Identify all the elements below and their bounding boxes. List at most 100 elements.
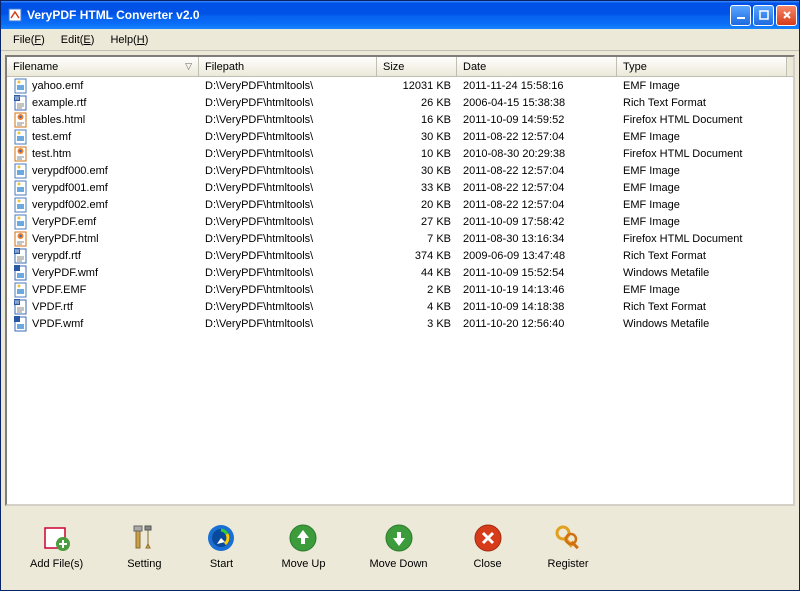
table-row[interactable]: WVPDF.rtfD:\VeryPDF\htmltools\4 KB2011-1… <box>7 298 793 315</box>
cell-filepath: D:\VeryPDF\htmltools\ <box>199 318 377 330</box>
cell-size: 26 KB <box>377 97 457 109</box>
cell-type: Windows Metafile <box>617 267 787 279</box>
table-row[interactable]: verypdf000.emfD:\VeryPDF\htmltools\30 KB… <box>7 162 793 179</box>
table-row[interactable]: Wexample.rtfD:\VeryPDF\htmltools\26 KB20… <box>7 94 793 111</box>
maximize-button[interactable] <box>753 5 774 26</box>
close-button[interactable]: Close <box>463 517 513 575</box>
cell-filepath: D:\VeryPDF\htmltools\ <box>199 216 377 228</box>
cell-date: 2011-08-22 12:57:04 <box>457 131 617 143</box>
file-type-icon <box>13 112 29 128</box>
cell-filename: verypdf002.emf <box>7 197 199 213</box>
table-row[interactable]: VPDF.EMFD:\VeryPDF\htmltools\2 KB2011-10… <box>7 281 793 298</box>
cell-filepath: D:\VeryPDF\htmltools\ <box>199 250 377 262</box>
cell-date: 2009-06-09 13:47:48 <box>457 250 617 262</box>
menu-file[interactable]: File(F) <box>5 32 53 48</box>
client-area: Filename▽ Filepath Size Date Type yahoo.… <box>1 51 799 590</box>
file-type-icon <box>13 214 29 230</box>
cell-date: 2011-08-22 12:57:04 <box>457 165 617 177</box>
cell-date: 2011-10-19 14:13:46 <box>457 284 617 296</box>
table-row[interactable]: test.htmD:\VeryPDF\htmltools\10 KB2010-0… <box>7 145 793 162</box>
cell-filename: VeryPDF.emf <box>7 214 199 230</box>
setting-button[interactable]: Setting <box>118 517 170 575</box>
file-type-icon: W <box>13 299 29 315</box>
column-filename[interactable]: Filename▽ <box>7 57 199 76</box>
add-files-icon <box>41 522 73 554</box>
cell-type: EMF Image <box>617 284 787 296</box>
table-row[interactable]: VeryPDF.htmlD:\VeryPDF\htmltools\7 KB201… <box>7 230 793 247</box>
table-row[interactable]: test.emfD:\VeryPDF\htmltools\30 KB2011-0… <box>7 128 793 145</box>
close-window-button[interactable] <box>776 5 797 26</box>
cell-filename: Wverypdf.rtf <box>7 248 199 264</box>
app-window: VeryPDF HTML Converter v2.0 File(F) Edit… <box>0 0 800 591</box>
cell-date: 2006-04-15 15:38:38 <box>457 97 617 109</box>
column-filepath[interactable]: Filepath <box>199 57 377 76</box>
minimize-button[interactable] <box>730 5 751 26</box>
cell-filepath: D:\VeryPDF\htmltools\ <box>199 301 377 313</box>
start-button[interactable]: Start <box>196 517 246 575</box>
cell-filepath: D:\VeryPDF\htmltools\ <box>199 165 377 177</box>
listview-body[interactable]: yahoo.emfD:\VeryPDF\htmltools\12031 KB20… <box>7 77 793 504</box>
move-up-icon <box>287 522 319 554</box>
column-date[interactable]: Date <box>457 57 617 76</box>
cell-size: 27 KB <box>377 216 457 228</box>
menu-edit[interactable]: Edit(E) <box>53 32 103 48</box>
cell-size: 20 KB <box>377 199 457 211</box>
cell-filepath: D:\VeryPDF\htmltools\ <box>199 233 377 245</box>
listview-header: Filename▽ Filepath Size Date Type <box>7 57 793 77</box>
cell-filepath: D:\VeryPDF\htmltools\ <box>199 199 377 211</box>
cell-filename: WVPDF.rtf <box>7 299 199 315</box>
table-row[interactable]: tables.htmlD:\VeryPDF\htmltools\16 KB201… <box>7 111 793 128</box>
app-icon <box>7 7 23 23</box>
window-controls <box>730 5 797 26</box>
cell-filepath: D:\VeryPDF\htmltools\ <box>199 80 377 92</box>
svg-text:W: W <box>15 96 20 102</box>
cell-date: 2010-08-30 20:29:38 <box>457 148 617 160</box>
cell-filepath: D:\VeryPDF\htmltools\ <box>199 148 377 160</box>
cell-type: EMF Image <box>617 165 787 177</box>
table-row[interactable]: verypdf002.emfD:\VeryPDF\htmltools\20 KB… <box>7 196 793 213</box>
close-label: Close <box>473 558 501 570</box>
cell-date: 2011-10-09 15:52:54 <box>457 267 617 279</box>
table-row[interactable]: Wverypdf.rtfD:\VeryPDF\htmltools\374 KB2… <box>7 247 793 264</box>
column-size[interactable]: Size <box>377 57 457 76</box>
file-type-icon <box>13 265 29 281</box>
cell-type: EMF Image <box>617 80 787 92</box>
cell-filepath: D:\VeryPDF\htmltools\ <box>199 97 377 109</box>
cell-type: EMF Image <box>617 131 787 143</box>
start-icon <box>205 522 237 554</box>
table-row[interactable]: VeryPDF.emfD:\VeryPDF\htmltools\27 KB201… <box>7 213 793 230</box>
cell-filepath: D:\VeryPDF\htmltools\ <box>199 114 377 126</box>
move-down-icon <box>383 522 415 554</box>
table-row[interactable]: VPDF.wmfD:\VeryPDF\htmltools\3 KB2011-10… <box>7 315 793 332</box>
register-button[interactable]: Register <box>539 517 598 575</box>
move-down-button[interactable]: Move Down <box>360 517 436 575</box>
cell-filename: VeryPDF.html <box>7 231 199 247</box>
sort-indicator-icon: ▽ <box>185 61 192 72</box>
cell-filename: VeryPDF.wmf <box>7 265 199 281</box>
column-type[interactable]: Type <box>617 57 787 76</box>
cell-type: Windows Metafile <box>617 318 787 330</box>
cell-size: 33 KB <box>377 182 457 194</box>
cell-filename: test.emf <box>7 129 199 145</box>
toolbar: Add File(s) Setting Start Move Up Move D… <box>5 506 795 586</box>
add-files-button[interactable]: Add File(s) <box>21 517 92 575</box>
cell-size: 44 KB <box>377 267 457 279</box>
move-down-label: Move Down <box>369 558 427 570</box>
table-row[interactable]: VeryPDF.wmfD:\VeryPDF\htmltools\44 KB201… <box>7 264 793 281</box>
table-row[interactable]: yahoo.emfD:\VeryPDF\htmltools\12031 KB20… <box>7 77 793 94</box>
menu-help[interactable]: Help(H) <box>102 32 156 48</box>
setting-label: Setting <box>127 558 161 570</box>
cell-type: EMF Image <box>617 199 787 211</box>
cell-filename: yahoo.emf <box>7 78 199 94</box>
cell-filename: verypdf001.emf <box>7 180 199 196</box>
cell-date: 2011-08-22 12:57:04 <box>457 199 617 211</box>
start-label: Start <box>210 558 233 570</box>
titlebar[interactable]: VeryPDF HTML Converter v2.0 <box>1 1 799 29</box>
table-row[interactable]: verypdf001.emfD:\VeryPDF\htmltools\33 KB… <box>7 179 793 196</box>
cell-type: Rich Text Format <box>617 301 787 313</box>
file-type-icon <box>13 129 29 145</box>
move-up-button[interactable]: Move Up <box>272 517 334 575</box>
cell-size: 2 KB <box>377 284 457 296</box>
cell-date: 2011-11-24 15:58:16 <box>457 80 617 92</box>
cell-size: 30 KB <box>377 131 457 143</box>
